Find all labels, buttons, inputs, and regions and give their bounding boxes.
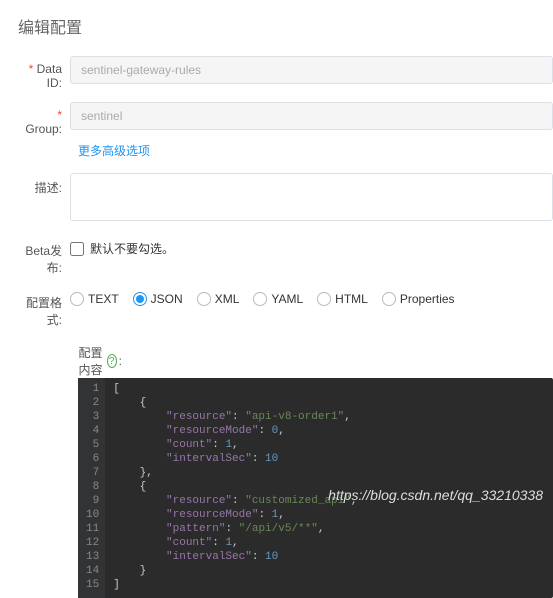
code-editor[interactable]: 123456789101112131415 [ { "resource": "a… xyxy=(78,378,553,598)
radio-icon xyxy=(253,292,267,306)
code-gutter: 123456789101112131415 xyxy=(78,378,105,598)
radio-label: YAML xyxy=(271,292,303,306)
format-radio-properties[interactable]: Properties xyxy=(382,292,455,306)
content-label: 配置内容 ? : xyxy=(70,340,130,378)
group-input[interactable] xyxy=(70,102,553,130)
format-label: 配置格式: xyxy=(18,288,70,328)
radio-icon xyxy=(133,292,147,306)
group-label: Group: xyxy=(18,102,70,136)
radio-label: Properties xyxy=(400,292,455,306)
radio-label: TEXT xyxy=(88,292,119,306)
desc-label: 描述: xyxy=(18,173,70,196)
desc-textarea[interactable] xyxy=(70,173,553,221)
format-radio-html[interactable]: HTML xyxy=(317,292,368,306)
code-content[interactable]: [ { "resource": "api-v8-order1", "resour… xyxy=(105,378,365,598)
format-radio-text[interactable]: TEXT xyxy=(70,292,119,306)
advanced-options-link[interactable]: 更多高级选项 xyxy=(0,142,553,159)
format-radio-yaml[interactable]: YAML xyxy=(253,292,303,306)
data-id-label: Data ID: xyxy=(18,56,70,90)
format-radio-json[interactable]: JSON xyxy=(133,292,183,306)
beta-label: Beta发布: xyxy=(18,236,70,276)
radio-label: JSON xyxy=(151,292,183,306)
radio-icon xyxy=(197,292,211,306)
radio-icon xyxy=(70,292,84,306)
radio-icon xyxy=(382,292,396,306)
radio-label: HTML xyxy=(335,292,368,306)
format-radio-xml[interactable]: XML xyxy=(197,292,240,306)
beta-checkbox[interactable] xyxy=(70,242,84,256)
radio-label: XML xyxy=(215,292,240,306)
data-id-input[interactable] xyxy=(70,56,553,84)
beta-checkbox-label: 默认不要勾选。 xyxy=(90,240,174,257)
page-title: 编辑配置 xyxy=(0,0,553,56)
format-radio-group: TEXT JSON XML YAML HTML Properties xyxy=(70,288,553,306)
help-icon[interactable]: ? xyxy=(107,354,117,368)
radio-icon xyxy=(317,292,331,306)
